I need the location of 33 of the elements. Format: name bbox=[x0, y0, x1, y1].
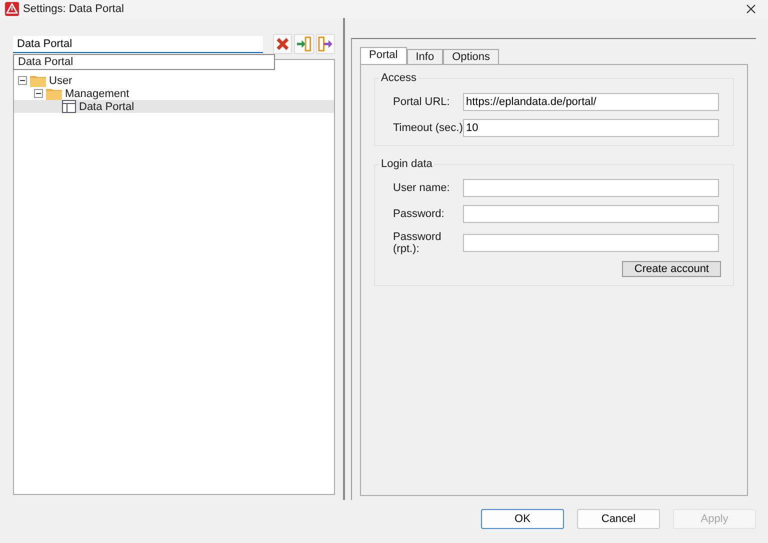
collapse-icon bbox=[18, 76, 27, 85]
arrow-into-list-icon[interactable] bbox=[294, 34, 314, 54]
create-account-button[interactable]: Create account bbox=[622, 261, 721, 277]
tree-item[interactable]: User bbox=[14, 74, 334, 87]
field-label: Timeout (sec.) bbox=[393, 122, 463, 134]
field-label: Portal URL: bbox=[393, 96, 451, 108]
form-icon bbox=[62, 100, 76, 113]
tab[interactable]: Info bbox=[406, 49, 444, 64]
input-field[interactable] bbox=[463, 234, 719, 252]
tree-item[interactable]: Data Portal bbox=[14, 100, 334, 113]
field-label: Password (rpt.): bbox=[393, 231, 442, 255]
tab[interactable]: Portal bbox=[360, 47, 407, 64]
field-label: Password: bbox=[393, 208, 446, 220]
input-field[interactable]: https://eplandata.de/portal/ bbox=[463, 93, 719, 111]
input-field[interactable] bbox=[463, 205, 719, 223]
window-title: Settings: Data Portal bbox=[23, 3, 125, 15]
collapse-icon bbox=[34, 89, 43, 98]
field-label: User name: bbox=[393, 182, 451, 194]
tab[interactable]: Options bbox=[443, 49, 500, 64]
suggestion-item[interactable]: Data Portal bbox=[14, 55, 274, 69]
dialog-button[interactable]: Cancel bbox=[577, 509, 660, 529]
search-field[interactable]: Data Portal bbox=[13, 36, 264, 52]
group-title: Login data bbox=[379, 158, 434, 170]
arrow-out-of-list-icon[interactable] bbox=[316, 34, 336, 54]
delete-icon[interactable] bbox=[273, 34, 292, 54]
dialog-button[interactable]: OK bbox=[481, 509, 564, 529]
input-field[interactable] bbox=[463, 179, 719, 197]
input-field[interactable]: 10 bbox=[463, 119, 719, 137]
close-icon[interactable] bbox=[746, 4, 756, 14]
group-title: Access bbox=[379, 72, 418, 84]
tree-item[interactable]: Management bbox=[14, 87, 334, 100]
folder-icon bbox=[30, 74, 46, 87]
folder-icon bbox=[46, 87, 62, 100]
